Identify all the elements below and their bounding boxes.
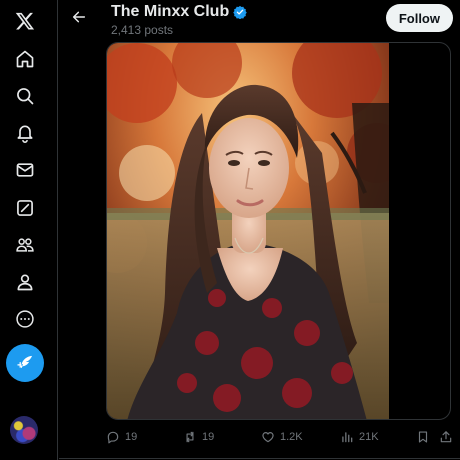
share-button[interactable]: [439, 426, 453, 448]
x-logo-icon[interactable]: [6, 2, 44, 40]
app-window: The Minxx Club 2,413 posts Follow 19 19 …: [0, 0, 460, 460]
posts-count: 2,413 posts: [111, 23, 174, 37]
analytics-icon: [342, 432, 353, 443]
post-photo[interactable]: [107, 43, 389, 419]
reply-icon: [107, 431, 119, 444]
like-count: 1.2K: [280, 431, 303, 443]
repost-count: 19: [202, 431, 215, 443]
page-title: The Minxx Club: [111, 3, 230, 20]
sidebar-nav: [0, 0, 58, 460]
post-actions: 19 19 1.2K 21K: [59, 426, 460, 448]
views-button[interactable]: 21K: [340, 426, 379, 448]
post-button[interactable]: [6, 344, 44, 382]
back-button[interactable]: [65, 3, 93, 31]
communities-icon[interactable]: [6, 226, 44, 264]
grok-icon[interactable]: [6, 189, 44, 227]
avatar[interactable]: [10, 416, 38, 444]
explore-icon[interactable]: [6, 77, 44, 115]
media-card[interactable]: [106, 42, 451, 420]
divider: [59, 458, 460, 459]
views-count: 21K: [359, 431, 379, 443]
home-icon[interactable]: [6, 40, 44, 78]
follow-button[interactable]: Follow: [385, 4, 453, 32]
reply-count: 19: [125, 431, 138, 443]
more-icon[interactable]: [6, 300, 44, 338]
profile-icon[interactable]: [6, 263, 44, 301]
messages-icon[interactable]: [6, 151, 44, 189]
repost-button[interactable]: 19: [183, 426, 214, 448]
page-header: The Minxx Club 2,413 posts Follow: [59, 0, 460, 40]
heart-icon: [262, 432, 274, 443]
compose-feather-icon: [17, 355, 33, 369]
repost-icon: [186, 431, 194, 443]
header-title-block: The Minxx Club 2,413 posts: [111, 2, 248, 38]
arrow-left-icon: [72, 11, 86, 23]
bookmark-button[interactable]: [416, 426, 430, 448]
reply-button[interactable]: 19: [106, 426, 137, 448]
like-button[interactable]: 1.2K: [261, 426, 303, 448]
bookmark-icon: [418, 431, 428, 443]
notifications-icon[interactable]: [6, 114, 44, 152]
share-icon: [440, 431, 452, 443]
verified-badge-icon: [233, 5, 248, 19]
main-column: The Minxx Club 2,413 posts Follow 19 19 …: [59, 0, 460, 460]
